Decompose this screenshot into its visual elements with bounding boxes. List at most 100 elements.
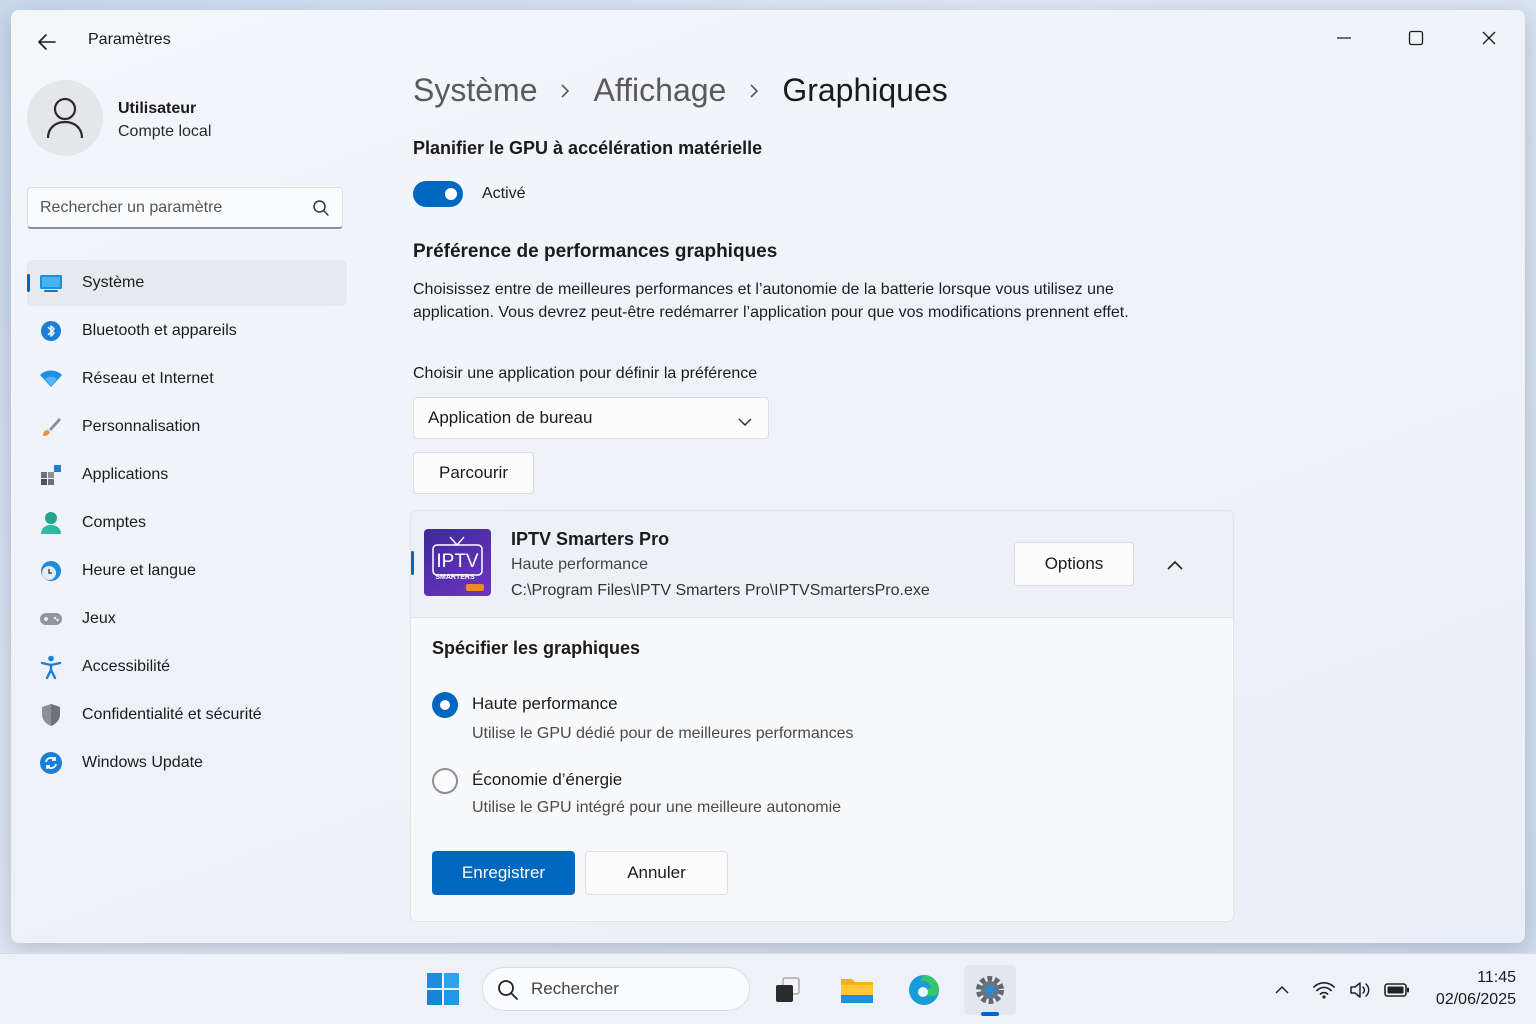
apps-icon — [39, 463, 63, 487]
save-button[interactable]: Enregistrer — [432, 851, 575, 895]
sidebar-item-applications[interactable]: Applications — [27, 452, 347, 498]
iptv-app-icon: IPTV SMARTERS — [424, 529, 491, 596]
battery-icon[interactable] — [1383, 976, 1411, 1004]
user-name: Utilisateur — [118, 100, 197, 117]
sidebar-item-label: Système — [82, 274, 145, 291]
person-icon — [39, 511, 63, 535]
app-name: IPTV Smarters Pro — [511, 529, 670, 549]
user-profile[interactable]: Utilisateur Compte local — [27, 80, 347, 160]
chevron-right-icon — [748, 82, 760, 100]
breadcrumb-affichage[interactable]: Affichage — [593, 72, 726, 109]
sidebar-item-label: Windows Update — [82, 754, 203, 771]
accessibility-icon — [39, 655, 63, 679]
app-type-dropdown[interactable]: Application de bureau — [413, 397, 769, 439]
cancel-button[interactable]: Annuler — [585, 851, 728, 895]
display-icon — [39, 271, 63, 295]
settings-search[interactable] — [27, 187, 343, 229]
option-saver-desc: Utilise le GPU intégré pour une meilleur… — [472, 799, 842, 816]
sidebar-item-label: Personnalisation — [82, 418, 201, 435]
gpu-scheduling-toggle[interactable] — [413, 181, 463, 207]
windows-start-icon[interactable] — [425, 971, 461, 1007]
sidebar-item-accessibilite[interactable]: Accessibilité — [27, 644, 347, 690]
icon-text: IPTV — [436, 551, 479, 572]
radio-power-saving[interactable] — [432, 768, 458, 794]
avatar — [27, 80, 103, 156]
sidebar-item-confidentialite[interactable]: Confidentialité et sécurité — [27, 692, 347, 738]
sidebar-item-label: Jeux — [82, 610, 116, 627]
chevron-up-icon[interactable] — [1268, 976, 1296, 1004]
sidebar-item-jeux[interactable]: Jeux — [27, 596, 347, 642]
app-type-value: Application de bureau — [428, 408, 593, 427]
sidebar-item-label: Bluetooth et appareils — [82, 322, 237, 339]
bluetooth-icon — [39, 319, 63, 343]
task-view-icon[interactable] — [762, 965, 814, 1015]
option-high-desc: Utilise le GPU dédié pour de meilleures … — [472, 725, 854, 742]
clock-date: 02/06/2025 — [1435, 991, 1516, 1008]
specify-graphics-heading: Spécifier les graphiques — [432, 638, 641, 658]
update-icon — [39, 751, 63, 775]
sidebar-item-label: Heure et langue — [82, 562, 196, 579]
taskbar-search-label: Rechercher — [531, 979, 619, 998]
person-icon — [46, 97, 84, 139]
radio-high-performance[interactable] — [432, 692, 458, 718]
chevron-right-icon — [559, 82, 571, 100]
gpu-scheduling-heading: Planifier le GPU à accélération matériel… — [413, 138, 763, 158]
taskbar-search[interactable]: Rechercher — [482, 967, 750, 1011]
sidebar-item-label: Confidentialité et sécurité — [82, 706, 262, 723]
wifi-icon[interactable] — [1310, 976, 1338, 1004]
settings-icon[interactable] — [964, 965, 1016, 1016]
chevron-down-icon — [738, 412, 752, 432]
edge-icon[interactable] — [898, 965, 950, 1015]
back-arrow-icon[interactable] — [35, 30, 59, 54]
icon-subtext: SMARTERS — [435, 574, 475, 581]
performance-heading: Préférence de performances graphiques — [413, 241, 778, 262]
choose-app-label: Choisir une application pour définir la … — [413, 365, 758, 382]
maximize-icon[interactable] — [1393, 18, 1439, 58]
sidebar-item-bluetooth[interactable]: Bluetooth et appareils — [27, 308, 347, 354]
option-high-title[interactable]: Haute performance — [472, 694, 618, 714]
app-preference: Haute performance — [511, 556, 648, 573]
breadcrumb-systeme[interactable]: Système — [413, 72, 537, 109]
clock-time: 11:45 — [1477, 969, 1516, 986]
sidebar-item-personnalisation[interactable]: Personnalisation — [27, 404, 347, 450]
options-button[interactable]: Options — [1014, 542, 1134, 586]
search-input[interactable] — [40, 198, 300, 217]
sidebar-item-label: Réseau et Internet — [82, 370, 214, 387]
gamepad-icon — [39, 607, 63, 631]
chevron-up-icon[interactable] — [1159, 549, 1191, 581]
breadcrumb: Système Affichage Graphiques — [413, 72, 948, 109]
volume-icon[interactable] — [1347, 976, 1375, 1004]
paintbrush-icon — [39, 415, 63, 439]
toggle-label: Activé — [482, 185, 526, 202]
settings-window: Paramètres Utilisateur Compte local Syst… — [11, 10, 1525, 943]
taskbar: Rechercher 11:45 02/06/2025 — [0, 953, 1536, 1024]
wifi-icon — [39, 367, 63, 391]
sidebar-item-heure-langue[interactable]: Heure et langue — [27, 548, 347, 594]
sidebar-nav: Système Bluetooth et appareils Réseau et… — [27, 260, 347, 788]
search-icon — [497, 979, 519, 1006]
minimize-icon[interactable] — [1321, 18, 1367, 58]
sidebar-item-label: Applications — [82, 466, 169, 483]
globe-clock-icon — [39, 559, 63, 583]
window-title: Paramètres — [88, 31, 171, 48]
shield-icon — [39, 703, 63, 727]
option-saver-title[interactable]: Économie d’énergie — [472, 770, 622, 790]
app-preference-card: IPTV SMARTERS IPTV Smarters Pro Haute pe… — [410, 510, 1234, 922]
sidebar-item-label: Comptes — [82, 514, 147, 531]
app-card-header[interactable]: IPTV SMARTERS IPTV Smarters Pro Haute pe… — [411, 511, 1233, 618]
browse-button[interactable]: Parcourir — [413, 452, 534, 494]
sidebar-item-windows-update[interactable]: Windows Update — [27, 740, 347, 786]
clock[interactable]: 11:45 02/06/2025 — [1420, 967, 1516, 1011]
user-account-type: Compte local — [118, 123, 212, 140]
performance-description: Choisissez entre de meilleures performan… — [413, 281, 1129, 321]
app-path: C:\Program Files\IPTV Smarters Pro\IPTVS… — [511, 582, 930, 599]
search-icon[interactable] — [312, 199, 330, 222]
sidebar-item-systeme[interactable]: Système — [27, 260, 347, 306]
sidebar-item-label: Accessibilité — [82, 658, 171, 675]
file-explorer-icon[interactable] — [831, 965, 883, 1015]
title-bar: Paramètres — [11, 10, 1525, 70]
close-icon[interactable] — [1466, 18, 1512, 58]
page-title: Graphiques — [782, 72, 948, 108]
sidebar-item-comptes[interactable]: Comptes — [27, 500, 347, 546]
sidebar-item-reseau[interactable]: Réseau et Internet — [27, 356, 347, 402]
